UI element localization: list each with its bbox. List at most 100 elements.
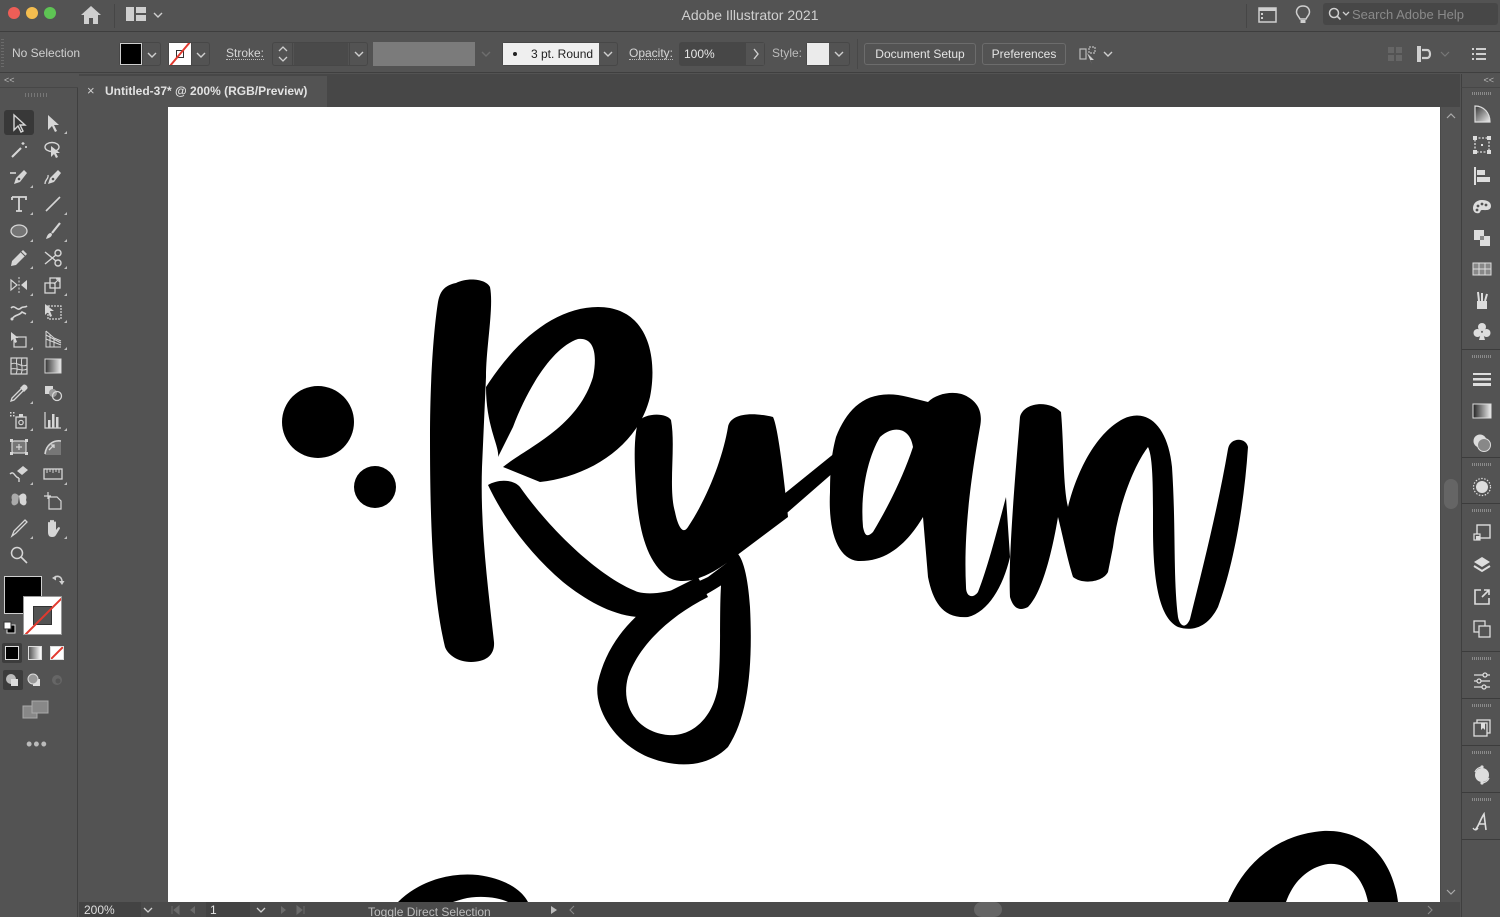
graphic-style-control[interactable] — [806, 42, 850, 66]
fill-color-control[interactable] — [119, 42, 161, 66]
fill-mode-none-button[interactable] — [47, 643, 67, 663]
fill-mode-color-button[interactable] — [2, 643, 22, 663]
swatches-icon[interactable] — [1472, 259, 1492, 279]
image-trace-tool[interactable] — [4, 488, 34, 513]
brush-definition-control[interactable]: 3 pt. Round — [502, 42, 618, 66]
brushes-icon[interactable] — [1472, 290, 1492, 310]
artboard-tool[interactable] — [4, 434, 34, 459]
panel-group-grip[interactable] — [1472, 751, 1492, 754]
zoom-tool[interactable] — [4, 542, 34, 567]
status-text[interactable]: Toggle Direct Selection — [368, 904, 491, 917]
stroke-icon[interactable] — [1472, 369, 1492, 389]
brush-definition-dropdown[interactable] — [599, 43, 617, 65]
slice-tool[interactable] — [38, 488, 68, 513]
opacity-input[interactable]: 100% — [680, 43, 746, 65]
column-graph-tool[interactable] — [38, 407, 68, 432]
pencil-tool[interactable] — [4, 245, 34, 270]
vertical-scrollbar[interactable] — [1440, 107, 1460, 902]
control-bar-grip[interactable] — [1, 39, 4, 67]
dock-collapse-button[interactable]: << — [1461, 74, 1500, 88]
edit-toolbar-button[interactable]: ••• — [26, 734, 48, 755]
pen-tool[interactable] — [4, 164, 34, 189]
stroke-dropdown[interactable] — [191, 43, 209, 65]
gradient-tool[interactable] — [38, 353, 68, 378]
last-artboard-icon[interactable] — [296, 905, 306, 915]
brush-definition-value[interactable]: 3 pt. Round — [503, 43, 599, 65]
stroke-swatch[interactable] — [169, 43, 191, 65]
stroke-color-swatch[interactable] — [23, 596, 62, 635]
variable-width-dropdown[interactable] — [476, 42, 496, 66]
align-grid-icon[interactable] — [1386, 45, 1404, 63]
opacity-control[interactable]: 100% — [679, 42, 765, 66]
artwork[interactable]: Ryan — [168, 107, 1440, 902]
symbol-sprayer-tool[interactable] — [4, 407, 34, 432]
next-artboard-icon[interactable] — [279, 905, 289, 915]
selection-tool[interactable] — [4, 110, 34, 135]
scroll-down-icon[interactable] — [1446, 887, 1456, 897]
puppet-warp-tool[interactable] — [38, 434, 68, 459]
artboard[interactable]: Ryan — [168, 107, 1440, 902]
scroll-right-icon[interactable] — [1425, 905, 1435, 915]
align-icon[interactable] — [1472, 166, 1492, 186]
zoom-dropdown-icon[interactable] — [143, 905, 153, 915]
document-tab-title[interactable]: Untitled-37* @ 200% (RGB/Preview) — [105, 84, 307, 98]
color-guide-icon[interactable] — [1472, 104, 1492, 124]
previous-artboard-icon[interactable] — [187, 905, 197, 915]
default-fill-stroke-icon[interactable] — [3, 621, 16, 634]
stroke-weight-arrows[interactable] — [273, 43, 293, 65]
scroll-left-icon[interactable] — [567, 905, 577, 915]
chevron-down-icon[interactable] — [1103, 49, 1113, 59]
stroke-color-control[interactable] — [168, 42, 210, 66]
vertical-scroll-thumb[interactable] — [1444, 479, 1458, 509]
canvas-pasteboard[interactable]: Ryan — [79, 107, 1440, 902]
help-search-input[interactable]: Search Adobe Help — [1323, 3, 1498, 25]
preferences-button[interactable]: Preferences — [982, 43, 1066, 65]
mesh-tool[interactable] — [4, 353, 34, 378]
fill-dropdown[interactable] — [142, 43, 160, 65]
lasso-tool[interactable] — [38, 137, 68, 162]
ruler-tool[interactable] — [38, 461, 68, 486]
perspective-grid-tool[interactable] — [38, 326, 68, 351]
eyedropper-tool[interactable] — [4, 380, 34, 405]
toolbar-collapse-button[interactable]: << — [0, 74, 78, 88]
shape-builder-tool[interactable] — [4, 326, 34, 351]
lightbulb-icon[interactable] — [1294, 5, 1312, 25]
type-tool[interactable] — [4, 191, 34, 216]
appearance-icon[interactable] — [1472, 477, 1492, 497]
document-setup-button[interactable]: Document Setup — [864, 43, 976, 65]
opacity-slider-button[interactable] — [746, 43, 764, 65]
stroke-label[interactable]: Stroke: — [226, 47, 265, 60]
recolor-icon[interactable] — [1472, 765, 1492, 785]
swap-fill-stroke-icon[interactable] — [51, 574, 65, 588]
warp-tool[interactable] — [4, 299, 34, 324]
panel-group-grip[interactable] — [1472, 463, 1492, 466]
blend-tool[interactable] — [38, 380, 68, 405]
arrange-documents-icon[interactable] — [1079, 46, 1097, 64]
transform-icon[interactable] — [1472, 135, 1492, 155]
stroke-weight-input[interactable] — [294, 43, 348, 65]
panel-group-grip[interactable] — [1472, 509, 1492, 512]
curvature-tool[interactable] — [38, 164, 68, 189]
panel-group-grip[interactable] — [1472, 355, 1492, 358]
properties-icon[interactable] — [1472, 671, 1492, 691]
layers-icon[interactable] — [1472, 555, 1492, 575]
graphic-style-dropdown[interactable] — [829, 43, 849, 65]
panel-group-grip[interactable] — [1472, 657, 1492, 660]
direct-selection-tool[interactable] — [38, 110, 68, 135]
export-icon[interactable] — [1472, 587, 1492, 607]
draw-behind-button[interactable] — [25, 670, 45, 690]
gradient-panel-icon[interactable] — [1472, 401, 1492, 421]
variable-width-profile[interactable] — [373, 42, 475, 66]
panel-toggle-icon[interactable] — [1258, 7, 1277, 23]
hand-tool[interactable] — [38, 515, 68, 540]
ryan-lettering[interactable] — [282, 279, 1248, 765]
fill-swatch[interactable] — [120, 43, 142, 65]
scissors-tool[interactable] — [38, 245, 68, 270]
character-icon[interactable] — [1472, 812, 1492, 832]
asset-export-icon[interactable] — [1472, 619, 1492, 639]
panel-group-grip[interactable] — [1472, 92, 1492, 95]
paintbrush-tool[interactable] — [38, 218, 68, 243]
scroll-up-icon[interactable] — [1446, 111, 1456, 121]
close-tab-icon[interactable]: × — [87, 83, 95, 98]
transparency-icon[interactable] — [1472, 433, 1492, 453]
